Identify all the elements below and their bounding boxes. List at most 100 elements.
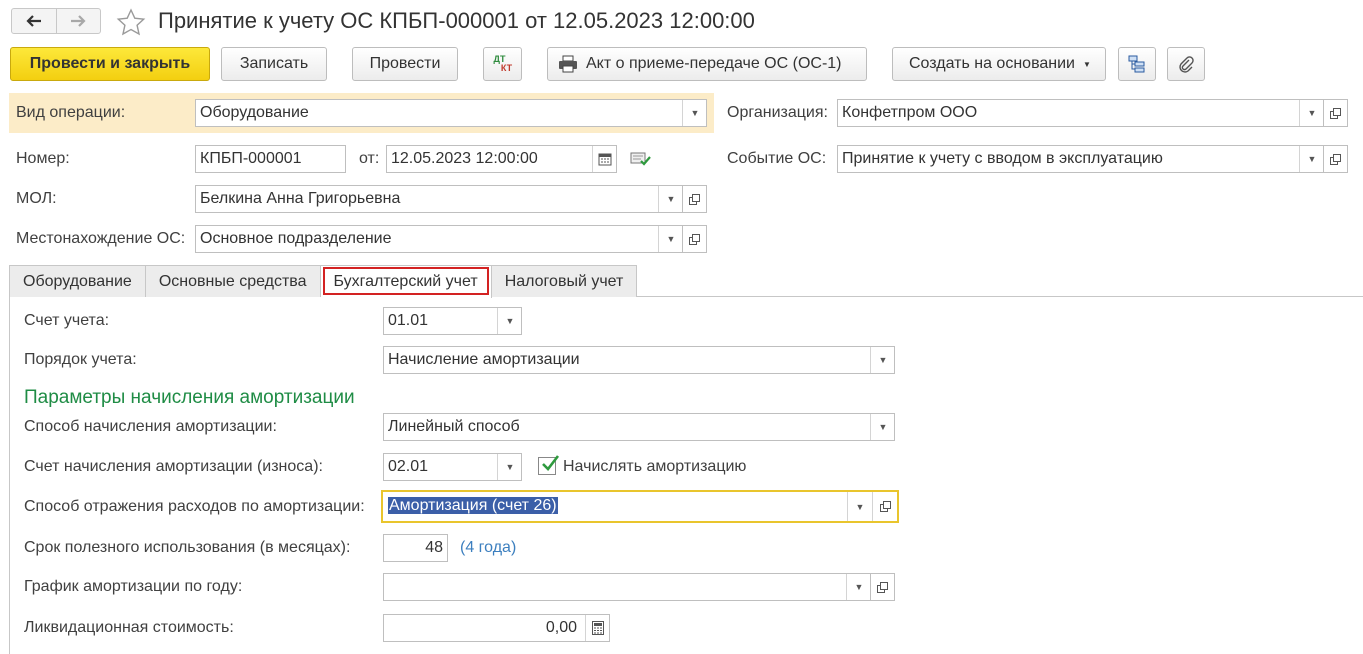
- amort-account-dropdown[interactable]: ▼: [497, 454, 521, 480]
- order-field[interactable]: Начисление амортизации ▼: [383, 346, 895, 374]
- expense-dropdown[interactable]: ▼: [847, 492, 872, 521]
- open-icon: [1330, 107, 1341, 119]
- method-field[interactable]: Линейный способ ▼: [383, 413, 895, 441]
- post-and-close-button[interactable]: Провести и закрыть: [10, 47, 210, 81]
- tab-bar: Оборудование Основные средства Бухгалтер…: [9, 265, 638, 298]
- open-icon: [879, 501, 891, 512]
- tab-fixed-assets[interactable]: Основные средства: [145, 265, 321, 297]
- expense-label: Способ отражения расходов по амортизации…: [24, 498, 365, 515]
- life-hint: (4 года): [460, 539, 517, 556]
- expense-open-button[interactable]: [872, 492, 897, 521]
- print-act-button[interactable]: Акт о приеме-передаче ОС (ОС-1): [547, 47, 867, 81]
- event-dropdown[interactable]: ▼: [1299, 146, 1323, 172]
- amort-account-value: 02.01: [388, 458, 429, 475]
- op-type-value: Оборудование: [200, 104, 309, 121]
- account-dropdown[interactable]: ▼: [497, 308, 521, 334]
- calendar-button[interactable]: [592, 146, 616, 172]
- open-icon: [877, 581, 888, 593]
- schedule-field[interactable]: ▼: [383, 573, 871, 601]
- dropdown-arrow-icon: ▼: [878, 355, 888, 365]
- event-open-button[interactable]: [1323, 145, 1348, 173]
- location-field[interactable]: Основное подразделение ▼: [195, 225, 683, 253]
- order-value: Начисление амортизации: [388, 351, 580, 368]
- org-value: Конфетпром ООО: [842, 104, 978, 121]
- op-type-dropdown[interactable]: ▼: [682, 100, 706, 126]
- op-type-label: Вид операции:: [16, 104, 126, 121]
- event-label: Событие ОС:: [727, 150, 827, 167]
- nav-buttons: [11, 8, 101, 34]
- method-dropdown[interactable]: ▼: [870, 414, 894, 440]
- amort-account-field[interactable]: 02.01 ▼: [383, 453, 522, 481]
- print-act-label: Акт о приеме-передаче ОС (ОС-1): [586, 55, 842, 72]
- liquidation-field[interactable]: 0,00: [383, 614, 610, 642]
- method-value: Линейный способ: [388, 418, 520, 435]
- favorite-button[interactable]: [116, 8, 146, 41]
- tab-tax[interactable]: Налоговый учет: [491, 265, 638, 297]
- order-dropdown[interactable]: ▼: [870, 347, 894, 373]
- schedule-label: График амортизации по году:: [24, 578, 243, 595]
- edit-check-icon: [630, 152, 651, 166]
- post-button[interactable]: Провести: [352, 47, 458, 81]
- attach-button[interactable]: [1167, 47, 1205, 81]
- create-based-label: Создать на основании: [909, 55, 1075, 72]
- schedule-dropdown[interactable]: ▼: [846, 574, 870, 600]
- open-icon: [1330, 153, 1341, 165]
- calculator-icon: [592, 621, 604, 635]
- account-value: 01.01: [388, 312, 429, 329]
- event-value: Принятие к учету с вводом в эксплуатацию: [842, 150, 1163, 167]
- open-icon: [689, 193, 700, 205]
- accrue-checkbox-label[interactable]: Начислять амортизацию: [563, 458, 746, 476]
- save-button[interactable]: Записать: [221, 47, 327, 81]
- order-label: Порядок учета:: [24, 351, 137, 368]
- expense-value: Амортизация (счет 26): [388, 497, 558, 514]
- back-button[interactable]: [12, 9, 56, 33]
- depreciation-section-title: Параметры начисления амортизации: [24, 387, 355, 408]
- schedule-open-button[interactable]: [870, 573, 895, 601]
- dropdown-arrow-icon: ▼: [1307, 108, 1317, 118]
- tab-equipment[interactable]: Оборудование: [9, 265, 146, 297]
- star-icon: [116, 8, 146, 36]
- location-value: Основное подразделение: [200, 230, 392, 247]
- location-open-button[interactable]: [682, 225, 707, 253]
- dropdown-arrow-icon: ▼: [855, 501, 865, 512]
- location-dropdown[interactable]: ▼: [658, 226, 682, 252]
- arrow-right-icon: [71, 15, 86, 27]
- mol-value: Белкина Анна Григорьевна: [200, 190, 401, 207]
- life-label: Срок полезного использования (в месяцах)…: [24, 539, 351, 556]
- dropdown-arrow-icon: ▼: [505, 462, 515, 472]
- forward-button[interactable]: [55, 9, 101, 33]
- arrow-left-icon: [26, 15, 41, 27]
- life-field[interactable]: 48: [383, 534, 448, 562]
- event-field[interactable]: Принятие к учету с вводом в эксплуатацию…: [837, 145, 1324, 173]
- mol-label: МОЛ:: [16, 190, 57, 207]
- org-label: Организация:: [727, 104, 828, 121]
- dropdown-arrow-icon: ▼: [1083, 59, 1091, 69]
- mol-dropdown[interactable]: ▼: [658, 186, 682, 212]
- org-field[interactable]: Конфетпром ООО ▼: [837, 99, 1324, 127]
- edit-number-button[interactable]: [630, 150, 652, 173]
- dt-kt-button[interactable]: ДТ КТ: [483, 47, 522, 81]
- accrue-checkbox[interactable]: [538, 455, 560, 475]
- calculator-button[interactable]: [585, 615, 609, 641]
- paperclip-icon: [1179, 56, 1194, 73]
- structure-button[interactable]: [1118, 47, 1156, 81]
- expense-field[interactable]: Амортизация (счет 26) ▼: [381, 490, 899, 523]
- dropdown-arrow-icon: ▼: [854, 582, 864, 592]
- life-value: 48: [425, 539, 443, 556]
- dropdown-arrow-icon: ▼: [666, 234, 676, 244]
- op-type-field[interactable]: Оборудование ▼: [195, 99, 707, 127]
- method-label: Способ начисления амортизации:: [24, 418, 277, 435]
- tab-accounting[interactable]: Бухгалтерский учет: [320, 265, 492, 298]
- number-field[interactable]: КПБП-000001: [195, 145, 346, 173]
- date-field[interactable]: 12.05.2023 12:00:00: [386, 145, 617, 173]
- amort-account-label: Счет начисления амортизации (износа):: [24, 458, 323, 475]
- mol-field[interactable]: Белкина Анна Григорьевна ▼: [195, 185, 683, 213]
- create-based-button[interactable]: Создать на основании ▼: [892, 47, 1106, 81]
- account-field[interactable]: 01.01 ▼: [383, 307, 522, 335]
- location-label: Местонахождение ОС:: [16, 230, 186, 247]
- account-label: Счет учета:: [24, 312, 110, 329]
- mol-open-button[interactable]: [682, 185, 707, 213]
- document-structure-icon: [1128, 55, 1145, 73]
- org-open-button[interactable]: [1323, 99, 1348, 127]
- org-dropdown[interactable]: ▼: [1299, 100, 1323, 126]
